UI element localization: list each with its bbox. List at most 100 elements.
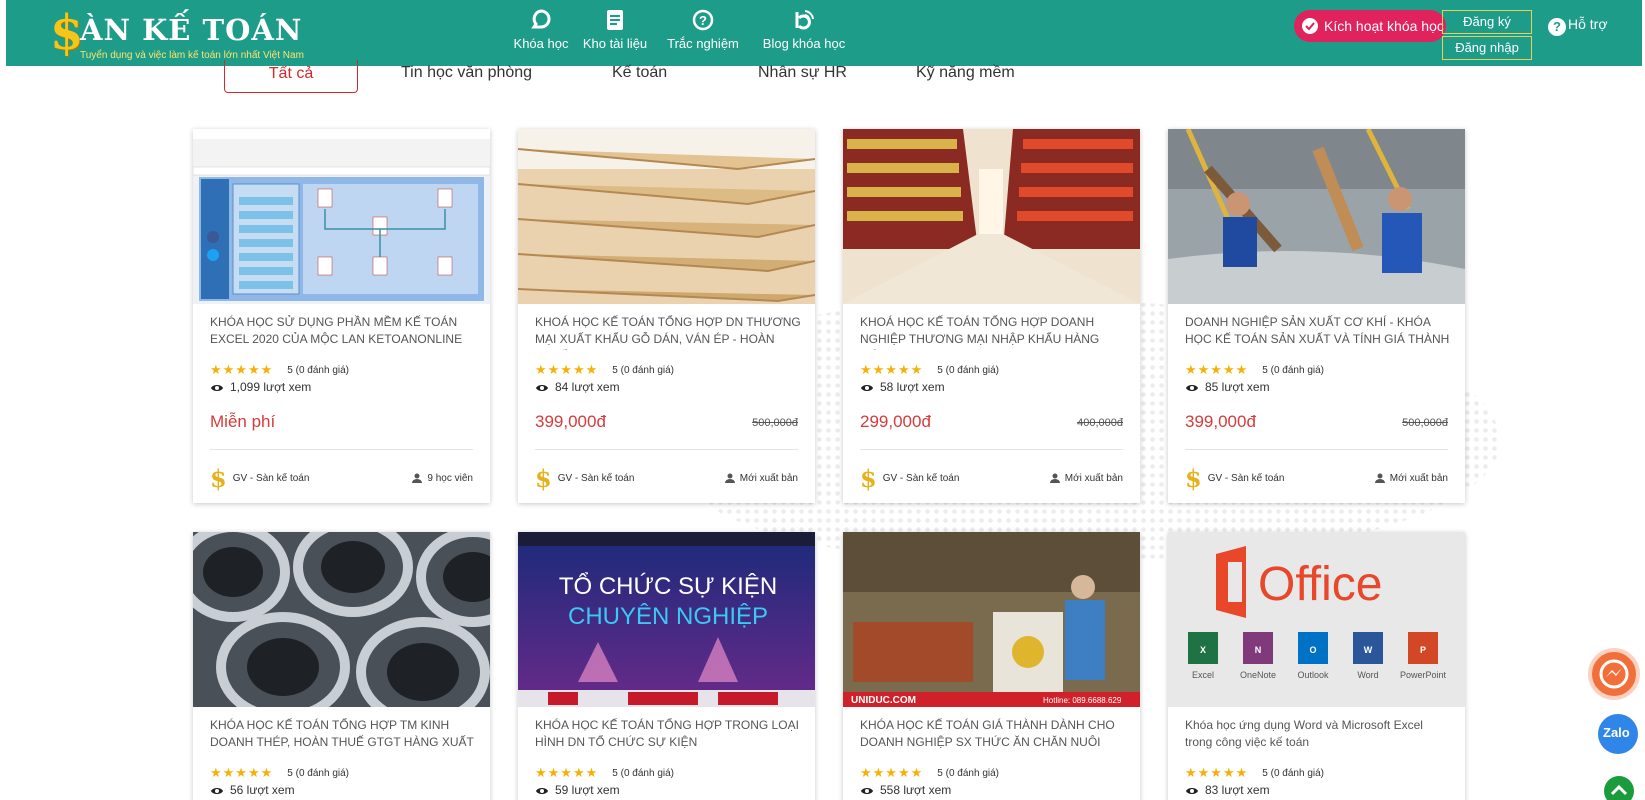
dollar-logo-icon: $ <box>210 464 227 493</box>
view-count-text: 85 lượt xem <box>1205 380 1270 394</box>
tab-soft-skills[interactable]: Kỹ năng mềm <box>916 64 1015 82</box>
site-logo[interactable]: $ ÀN KẾ TOÁN Tuyển dụng và việc làm kế t… <box>46 5 306 61</box>
nav-label: Khóa học <box>513 36 569 51</box>
course-thumbnail[interactable]: TỔ CHỨC SỰ KIỆN CHUYÊN NGHIỆP <box>518 532 815 707</box>
view-count-text: 558 lượt xem <box>880 783 952 797</box>
nav-label: Blog khóa học <box>762 36 846 51</box>
view-count-text: 56 lượt xem <box>230 783 295 797</box>
rating-text: 5 (0 đánh giá) <box>287 768 349 779</box>
help-icon: ? <box>1548 18 1566 36</box>
course-title[interactable]: Khoá học kế toán tổng hợp doanh nghiệp t… <box>860 314 1126 350</box>
course-title[interactable]: Khóa học ứng dụng Word và Microsoft Exce… <box>1185 717 1451 753</box>
help-label: Hỗ trợ <box>1568 16 1608 32</box>
rating-text: 5 (0 đánh giá) <box>1262 768 1324 779</box>
event-image: TỔ CHỨC SỰ KIỆN CHUYÊN NGHIỆP <box>518 532 815 707</box>
help-link[interactable]: ? Hỗ trợ <box>1548 16 1608 36</box>
view-count: 558 lượt xem <box>860 783 951 797</box>
app-label-outlook: Outlook <box>1297 670 1329 680</box>
rating-text: 5 (0 đánh giá) <box>937 768 999 779</box>
course-instructor: $ GV - Sàn kế toán <box>860 464 959 493</box>
course-card[interactable]: Khoá học kế toán tổng hợp doanh nghiệp t… <box>843 129 1140 503</box>
tab-office-it[interactable]: Tin học văn phòng <box>401 64 532 82</box>
course-title[interactable]: Khóa học sử dụng phần mềm kế toán Excel … <box>210 314 476 350</box>
course-title[interactable]: Doanh nghiệp sản xuất cơ khí - Khóa học … <box>1185 314 1451 350</box>
course-students: 9 học viên <box>412 473 473 484</box>
chat-bubble-icon <box>531 9 551 29</box>
tab-hr[interactable]: Nhân sự HR <box>758 64 847 82</box>
course-title[interactable]: Khóa học kế toán tổng hợp TM kinh doanh … <box>210 717 476 753</box>
nav-item-courses[interactable]: Khóa học <box>511 8 571 58</box>
eye-icon <box>1186 788 1198 794</box>
eye-icon <box>211 788 223 794</box>
app-label-word: Word <box>1357 670 1378 680</box>
tab-all[interactable]: Tất cả <box>224 60 358 93</box>
course-price: Miễn phí <box>210 412 276 431</box>
course-card[interactable]: Office X N O W P Excel OneNote Outlook W… <box>1168 532 1465 800</box>
svg-text:P: P <box>1420 645 1426 655</box>
course-thumbnail[interactable] <box>1168 129 1465 304</box>
view-count-text: 83 lượt xem <box>1205 783 1270 797</box>
course-card[interactable]: Khóa học kế toán tổng hợp TM kinh doanh … <box>193 532 490 800</box>
scroll-top-button[interactable] <box>1604 776 1634 800</box>
course-rating: ★★★★★ 5 (0 đánh giá) <box>535 765 674 781</box>
view-count: 56 lượt xem <box>210 783 295 797</box>
course-thumbnail[interactable] <box>193 532 490 707</box>
eye-icon <box>861 788 873 794</box>
nav-item-documents[interactable]: Kho tài liệu <box>575 8 655 58</box>
view-count: 83 lượt xem <box>1185 783 1270 797</box>
view-count-text: 58 lượt xem <box>880 380 945 394</box>
register-button[interactable]: Đăng ký <box>1442 10 1532 34</box>
course-original-price: 500,000đ <box>752 417 798 429</box>
course-title[interactable]: Khoá học kế toán tổng hợp DN thương mại … <box>535 314 801 350</box>
eye-icon <box>536 385 548 391</box>
login-button[interactable]: Đăng nhập <box>1442 36 1532 60</box>
nav-label: Kho tài liệu <box>582 36 648 51</box>
zalo-button[interactable]: Zalo <box>1598 714 1638 754</box>
office-logo-text: Office <box>1258 558 1383 611</box>
course-status: Mới xuất bản <box>1374 473 1448 484</box>
top-navigation-bar: $ ÀN KẾ TOÁN Tuyển dụng và việc làm kế t… <box>6 0 1642 66</box>
course-rating: ★★★★★ 5 (0 đánh giá) <box>860 765 999 781</box>
course-card[interactable]: TỔ CHỨC SỰ KIỆN CHUYÊN NGHIỆP Khóa học k… <box>518 532 815 800</box>
messenger-icon <box>1599 659 1629 689</box>
course-status: Mới xuất bản <box>1049 473 1123 484</box>
instructor-name: GV - Sàn kế toán <box>1207 473 1285 484</box>
rating-text: 5 (0 đánh giá) <box>612 768 674 779</box>
course-title[interactable]: Khóa học kế toán giá thành dành cho doan… <box>860 717 1126 753</box>
course-card[interactable]: Khóa học sử dụng phần mềm kế toán Excel … <box>193 129 490 503</box>
card-divider <box>860 449 1123 450</box>
nav-item-blog[interactable]: Blog khóa học <box>759 8 849 58</box>
card-divider <box>1185 449 1448 450</box>
course-thumbnail[interactable]: Office X N O W P Excel OneNote Outlook W… <box>1168 532 1465 707</box>
status-text: Mới xuất bản <box>739 473 798 484</box>
logo-dollar-sign: $ <box>50 5 84 61</box>
course-title[interactable]: Khóa học kế toán tổng hợp trong loại hìn… <box>535 717 801 753</box>
course-thumbnail[interactable] <box>518 129 815 304</box>
course-thumbnail[interactable] <box>193 129 490 304</box>
app-label-onenote: OneNote <box>1240 670 1276 680</box>
nav-item-quiz[interactable]: ? Trắc nghiệm <box>664 8 742 58</box>
view-count-text: 84 lượt xem <box>555 380 620 394</box>
activate-course-button[interactable]: Kích hoạt khóa học <box>1294 10 1446 42</box>
star-rating-icon: ★★★★★ <box>210 765 274 780</box>
factory-image <box>1168 129 1465 304</box>
eye-icon <box>211 385 223 391</box>
messenger-button[interactable] <box>1588 648 1640 700</box>
students-text: 9 học viên <box>427 473 473 484</box>
svg-text:O: O <box>1309 645 1316 655</box>
instructor-name: GV - Sàn kế toán <box>232 473 310 484</box>
check-circle-icon <box>1302 18 1318 34</box>
activate-course-label: Kích hoạt khóa học <box>1324 18 1444 34</box>
tab-accounting[interactable]: Kế toán <box>612 64 667 82</box>
dollar-logo-icon: $ <box>860 464 877 493</box>
svg-text:?: ? <box>699 13 707 28</box>
course-card[interactable]: Khoá học kế toán tổng hợp DN thương mại … <box>518 129 815 503</box>
app-label-powerpoint: PowerPoint <box>1400 670 1447 680</box>
event-banner-line2: CHUYÊN NGHIỆP <box>568 603 768 630</box>
course-thumbnail[interactable]: UNIDUC.COM Hotline: 089.6688.629 <box>843 532 1140 707</box>
course-thumbnail[interactable] <box>843 129 1140 304</box>
course-card[interactable]: UNIDUC.COM Hotline: 089.6688.629 Khóa họ… <box>843 532 1140 800</box>
status-text: Mới xuất bản <box>1064 473 1123 484</box>
course-card[interactable]: Doanh nghiệp sản xuất cơ khí - Khóa học … <box>1168 129 1465 503</box>
nav-label: Trắc nghiệm <box>667 36 739 51</box>
